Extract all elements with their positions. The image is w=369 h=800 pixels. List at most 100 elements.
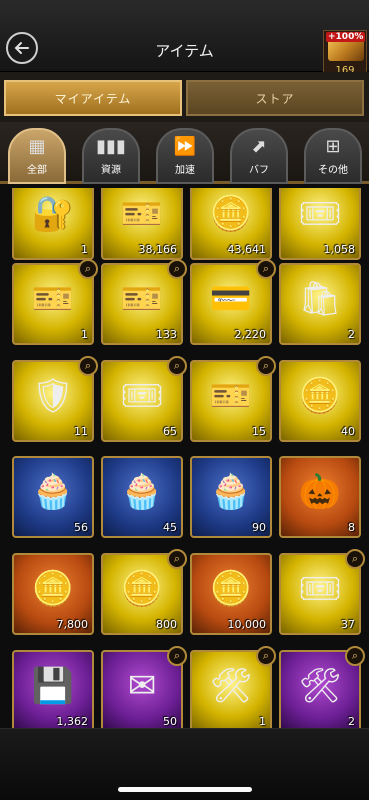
item-quantity: 1 [259,715,266,728]
item-tools-1[interactable]: 🛠 1 ⌕ [190,646,276,728]
speedup-icon: ⏩ [173,136,197,157]
item-image-icon: 🪙 [298,376,342,416]
item-quantity: 43,641 [227,243,267,256]
tab-store[interactable]: ストア [186,80,364,116]
item-image-icon: 🪙 [31,569,75,609]
magnifier-icon[interactable]: ⌕ [256,356,276,376]
item-image-icon: 🛡 [31,376,75,416]
top-bar: アイテム +100% 169 [0,0,369,78]
item-quantity: 56 [74,521,88,534]
item-cupcakes-1[interactable]: 🧁 56 [12,456,94,538]
magnifier-icon[interactable]: ⌕ [345,646,365,666]
page-title: アイテム [155,42,214,60]
item-ticket-box[interactable]: 🎟 37 ⌕ [279,549,365,635]
item-image-icon: 🎟 [298,569,342,609]
item-blue-ticket[interactable]: 🎫 1 ⌕ [12,259,98,345]
item-image-icon: 🎫 [120,194,164,234]
category-tab-other[interactable]: ⊞ その他 [304,128,362,184]
item-quantity: 1 [81,243,88,256]
item-tools-2[interactable]: 🛠 2 ⌕ [279,646,365,728]
category-tabs: ▦ 全部 ▮▮▮ 資源 ⏩ 加速 ⬈ バフ ⊞ その他 [0,122,369,184]
item-image-icon: 🎟 [120,376,164,416]
item-ticket-red[interactable]: 🎟 1,058 [279,188,361,260]
item-quantity: 2 [348,328,355,341]
item-image-icon: 🛠 [209,666,253,706]
item-image-icon: 🎫 [31,279,75,319]
item-skull-chest[interactable]: 🛡 11 ⌕ [12,356,98,442]
magnifier-icon[interactable]: ⌕ [345,549,365,569]
item-silver-coin-2[interactable]: 🪙 10,000 [190,553,272,635]
magnifier-icon[interactable]: ⌕ [78,356,98,376]
item-gold-coin-2[interactable]: 🪙 800 ⌕ [101,549,187,635]
item-arrow-ticket[interactable]: 🎟 65 ⌕ [101,356,187,442]
item-image-icon: 🎃 [298,472,342,512]
item-quantity: 10,000 [227,618,267,631]
item-quantity: 1 [81,328,88,341]
item-envelopes[interactable]: ✉ 50 ⌕ [101,646,187,728]
item-silver-coin-1[interactable]: 🪙 7,800 [12,553,94,635]
boost-badge: +100% [326,32,366,42]
item-image-icon: 💳 [209,279,253,319]
item-ticket-silver[interactable]: 🎫 38,166 [101,188,183,260]
item-quantity: 38,166 [138,243,178,256]
item-coins-gold[interactable]: 🪙 43,641 [190,188,272,260]
tab-my-items[interactable]: マイアイテム [4,80,182,116]
item-image-icon: 🧁 [31,472,75,512]
category-tab-resources[interactable]: ▮▮▮ 資源 [82,128,140,184]
category-label: 資源 [101,165,121,176]
category-tab-speedup[interactable]: ⏩ 加速 [156,128,214,184]
item-quantity: 2 [348,715,355,728]
item-usb[interactable]: 💾 1,362 [12,650,94,728]
item-quantity: 45 [163,521,177,534]
magnifier-icon[interactable]: ⌕ [256,259,276,279]
item-image-icon: 🎟 [298,194,342,234]
item-image-icon: 🧁 [209,472,253,512]
item-black-ticket[interactable]: 🎫 133 ⌕ [101,259,187,345]
bottom-area [0,728,369,800]
item-gift-bag[interactable]: 🛍 2 [279,263,361,345]
category-tab-all[interactable]: ▦ 全部 [8,128,66,184]
magnifier-icon[interactable]: ⌕ [167,549,187,569]
item-cupcakes-2[interactable]: 🧁 45 [101,456,183,538]
item-quantity: 50 [163,715,177,728]
item-silver-card[interactable]: 💳 2,220 ⌕ [190,259,276,345]
magnifier-icon[interactable]: ⌕ [167,259,187,279]
item-image-icon: 🛍 [298,279,342,319]
item-cupcakes-3[interactable]: 🧁 90 [190,456,272,538]
category-label: 加速 [175,165,195,176]
item-grid: 🔐 1 🎫 38,166 🪙 43,641 🎟 1,058 🎫 1 ⌕ 🎫 133 ⌕ 💳 2,220 ⌕ 🛍 2 🛡… [0,188,369,728]
item-quantity: 65 [163,425,177,438]
main-tabs: マイアイテム ストア [0,72,369,122]
item-image-icon: 🎫 [120,279,164,319]
item-quantity: 15 [252,425,266,438]
item-gold-ticket[interactable]: 🎫 15 ⌕ [190,356,276,442]
item-image-icon: ✉ [127,666,157,706]
category-label: その他 [318,165,348,176]
item-image-icon: 🛠 [298,666,342,706]
item-image-icon: 🔐 [31,194,75,234]
item-pumpkin[interactable]: 🎃 8 [279,456,361,538]
item-safe[interactable]: 🔐 1 [12,188,94,260]
item-quantity: 11 [74,425,88,438]
buff-icon: ⬈ [251,136,267,157]
item-image-icon: 🪙 [209,194,253,234]
resources-icon: ▮▮▮ [96,136,126,157]
category-tab-buff[interactable]: ⬈ バフ [230,128,288,184]
item-image-icon: 🪙 [209,569,253,609]
all-items-icon: ▦ [28,136,46,157]
item-quantity: 2,220 [234,328,267,341]
item-quantity: 40 [341,425,355,438]
item-image-icon: 🧁 [120,472,164,512]
item-quantity: 7,800 [56,618,89,631]
magnifier-icon[interactable]: ⌕ [256,646,276,666]
item-image-icon: 💾 [31,666,75,706]
item-quantity: 133 [156,328,177,341]
home-indicator [118,787,252,792]
magnifier-icon[interactable]: ⌕ [167,646,187,666]
item-gold-coin[interactable]: 🪙 40 [279,360,361,442]
magnifier-icon[interactable]: ⌕ [78,259,98,279]
magnifier-icon[interactable]: ⌕ [167,356,187,376]
other-icon: ⊞ [325,136,341,157]
boost-widget[interactable]: +100% 169 [323,30,367,78]
item-quantity: 1,058 [323,243,356,256]
